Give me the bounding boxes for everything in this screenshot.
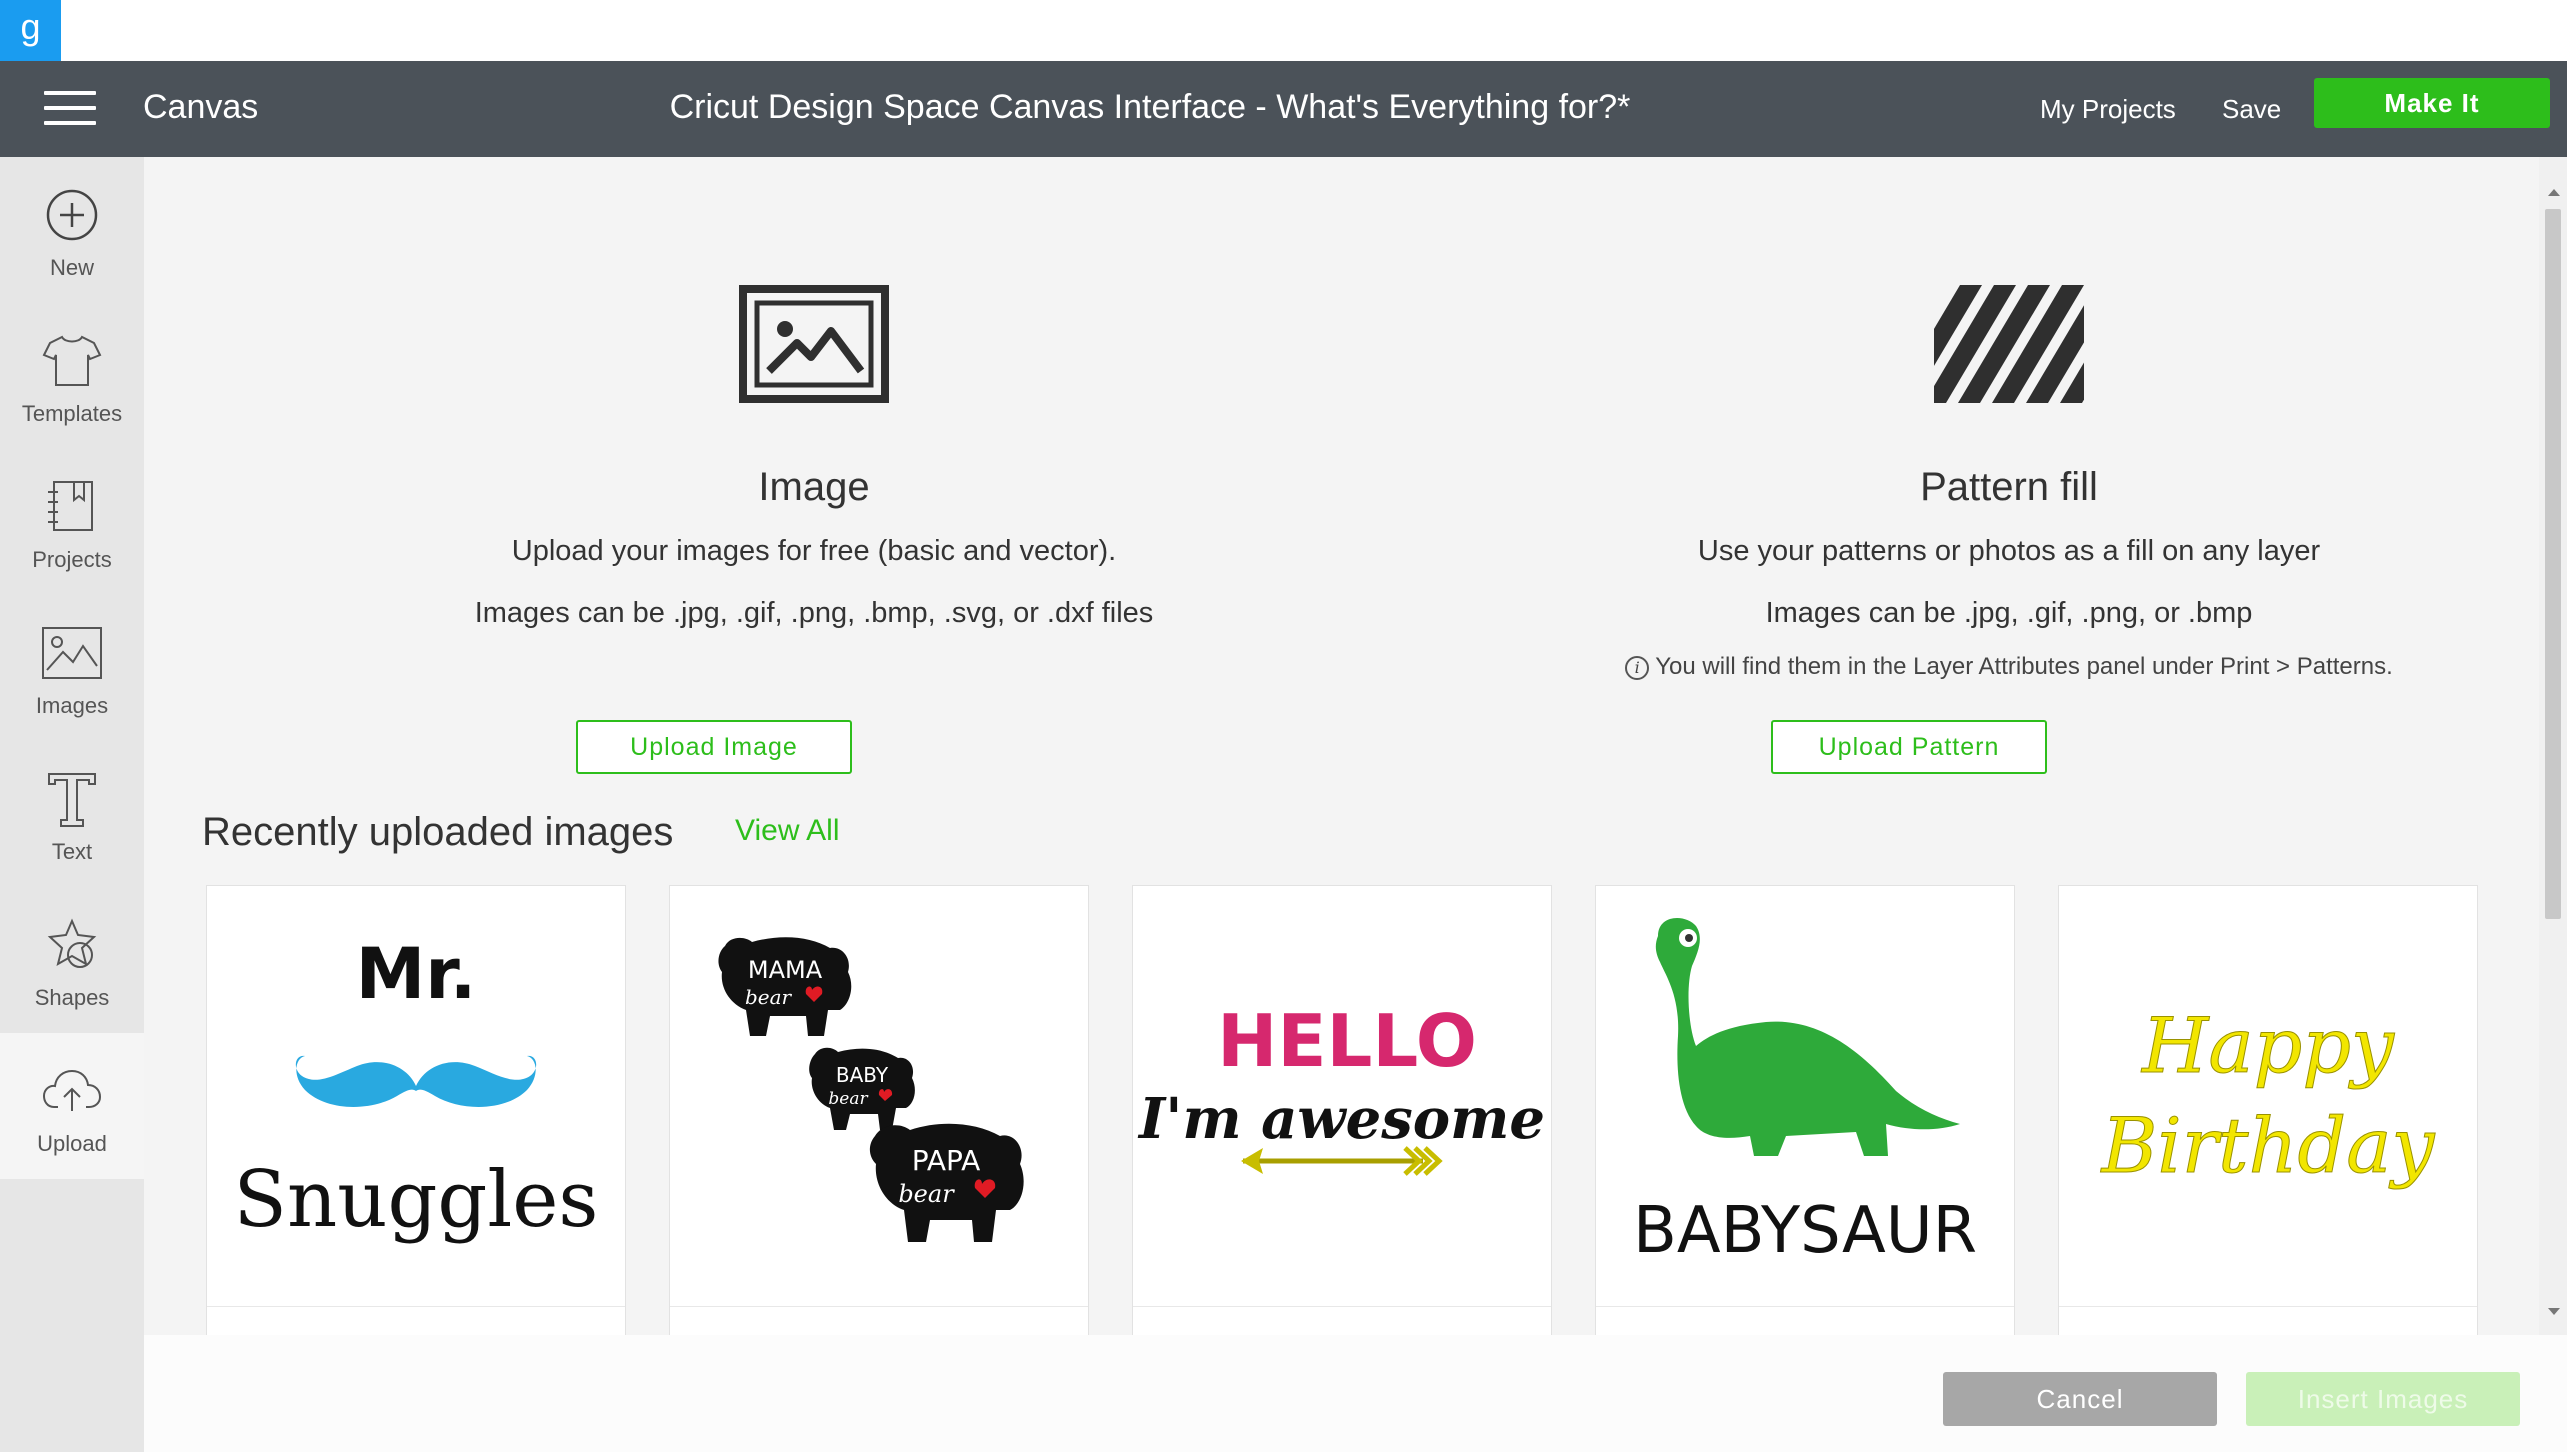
hamburger-menu-icon[interactable] (44, 91, 96, 127)
thumbnail-text: MAMA (748, 956, 823, 984)
pattern-section-title: Pattern fill (1920, 465, 2098, 509)
view-all-link[interactable]: View All (735, 811, 840, 851)
cloud-upload-icon (40, 1059, 104, 1123)
recent-image-card[interactable]: MAMA bear BABY bear PAPA bear (669, 885, 1089, 1335)
thumbnail-text: BABY (836, 1063, 889, 1087)
main-scrollbar[interactable] (2539, 157, 2567, 1335)
sidebar-item-projects[interactable]: Projects (0, 449, 144, 595)
insert-images-button[interactable]: Insert Images (2246, 1372, 2520, 1426)
sidebar-item-images[interactable]: Images (0, 595, 144, 741)
image-section-description: Upload your images for free (basic and v… (511, 535, 1117, 567)
image-upload-section: Image Upload your images for free (basic… (264, 157, 1364, 631)
app-badge[interactable]: g (0, 0, 61, 61)
card-footer (1596, 1306, 2014, 1335)
pattern-section-formats: Images can be .jpg, .gif, .png, or .bmp (1765, 597, 2253, 629)
card-footer (2059, 1306, 2477, 1335)
left-sidebar: New Templates Projects Images Text Shape… (0, 157, 144, 1452)
recent-image-card[interactable]: BABYSAUR (1595, 885, 2015, 1335)
browser-top-strip: g (0, 0, 2567, 61)
thumbnail-text: Birthday (2100, 1101, 2436, 1190)
book-icon (40, 475, 104, 539)
sidebar-item-label: Templates (21, 401, 123, 426)
thumbnail-text: bear (828, 1089, 868, 1109)
recent-image-card[interactable]: Happy Birthday (2058, 885, 2478, 1335)
thumbnail-text: PAPA (912, 1144, 981, 1177)
picture-icon (40, 621, 104, 685)
my-projects-link[interactable]: My Projects (2040, 89, 2176, 129)
sidebar-item-label: Upload (37, 1131, 107, 1156)
sidebar-item-text[interactable]: Text (0, 741, 144, 887)
make-it-button[interactable]: Make It (2314, 78, 2550, 128)
info-icon: i (1625, 655, 1650, 680)
thumbnail-text: I'm awesome (1137, 1086, 1545, 1152)
bear-family-thumbnail: MAMA bear BABY bear PAPA bear (670, 886, 1088, 1306)
cancel-button[interactable]: Cancel (1943, 1372, 2217, 1426)
upload-panel: Image Upload your images for free (basic… (144, 157, 2539, 1335)
card-footer (207, 1306, 625, 1335)
dialog-footer: Cancel Insert Images (144, 1335, 2567, 1452)
sidebar-item-new[interactable]: New (0, 157, 144, 303)
recent-image-card[interactable]: HELLO I'm awesome (1132, 885, 1552, 1335)
image-section-formats: Images can be .jpg, .gif, .png, .bmp, .s… (474, 597, 1154, 629)
image-icon (739, 285, 889, 403)
sidebar-item-label: Text (51, 839, 93, 864)
happy-birthday-thumbnail: Happy Birthday (2059, 886, 2477, 1306)
header-bar: Canvas Cricut Design Space Canvas Interf… (0, 61, 2567, 157)
mr-snuggles-thumbnail: Mr. Snuggles (207, 886, 625, 1306)
pattern-fill-icon (1934, 285, 2084, 403)
tshirt-icon (40, 329, 104, 393)
thumbnail-text: bear (745, 985, 793, 1009)
thumbnail-text: HELLO (1217, 999, 1477, 1083)
thumbnail-text: BABYSAUR (1633, 1194, 1977, 1268)
sidebar-item-templates[interactable]: Templates (0, 303, 144, 449)
hello-awesome-thumbnail: HELLO I'm awesome (1133, 886, 1551, 1306)
recent-uploads-heading: Recently uploaded images (202, 810, 674, 854)
babysaur-thumbnail: BABYSAUR (1596, 886, 2014, 1306)
pattern-info-note: i You will find them in the Layer Attribu… (1459, 651, 2539, 683)
shapes-icon (40, 913, 104, 977)
plus-circle-icon (40, 183, 104, 247)
card-footer (1133, 1306, 1551, 1335)
image-section-title: Image (758, 465, 870, 509)
pattern-info-text: You will find them in the Layer Attribut… (1655, 653, 2393, 680)
thumbnail-text: bear (898, 1180, 955, 1208)
project-title: Cricut Design Space Canvas Interface - W… (669, 88, 1631, 126)
sidebar-item-label: New (49, 255, 94, 280)
recent-image-card[interactable]: Mr. Snuggles (206, 885, 626, 1335)
card-footer (670, 1306, 1088, 1335)
pattern-section-description: Use your patterns or photos as a fill on… (1697, 535, 2321, 567)
canvas-label: Canvas (143, 88, 259, 126)
upload-pattern-button[interactable]: Upload Pattern (1771, 720, 2047, 774)
upload-image-button[interactable]: Upload Image (576, 720, 852, 774)
sidebar-item-shapes[interactable]: Shapes (0, 887, 144, 1033)
sidebar-item-label: Images (35, 693, 109, 718)
text-t-icon (40, 767, 104, 831)
sidebar-item-label: Projects (32, 547, 112, 572)
save-link[interactable]: Save (2222, 89, 2281, 129)
thumbnail-text: Happy (2140, 1001, 2395, 1090)
scroll-down-arrow-icon[interactable] (2548, 1308, 2560, 1315)
thumbnail-text: Mr. (356, 933, 477, 1015)
pattern-upload-section: Pattern fill Use your patterns or photos… (1459, 157, 2539, 683)
scroll-up-arrow-icon[interactable] (2548, 189, 2560, 196)
sidebar-item-label: Shapes (34, 985, 110, 1010)
sidebar-item-upload[interactable]: Upload (0, 1033, 144, 1179)
thumbnail-text: Snuggles (234, 1155, 599, 1245)
scroll-thumb[interactable] (2545, 209, 2561, 919)
